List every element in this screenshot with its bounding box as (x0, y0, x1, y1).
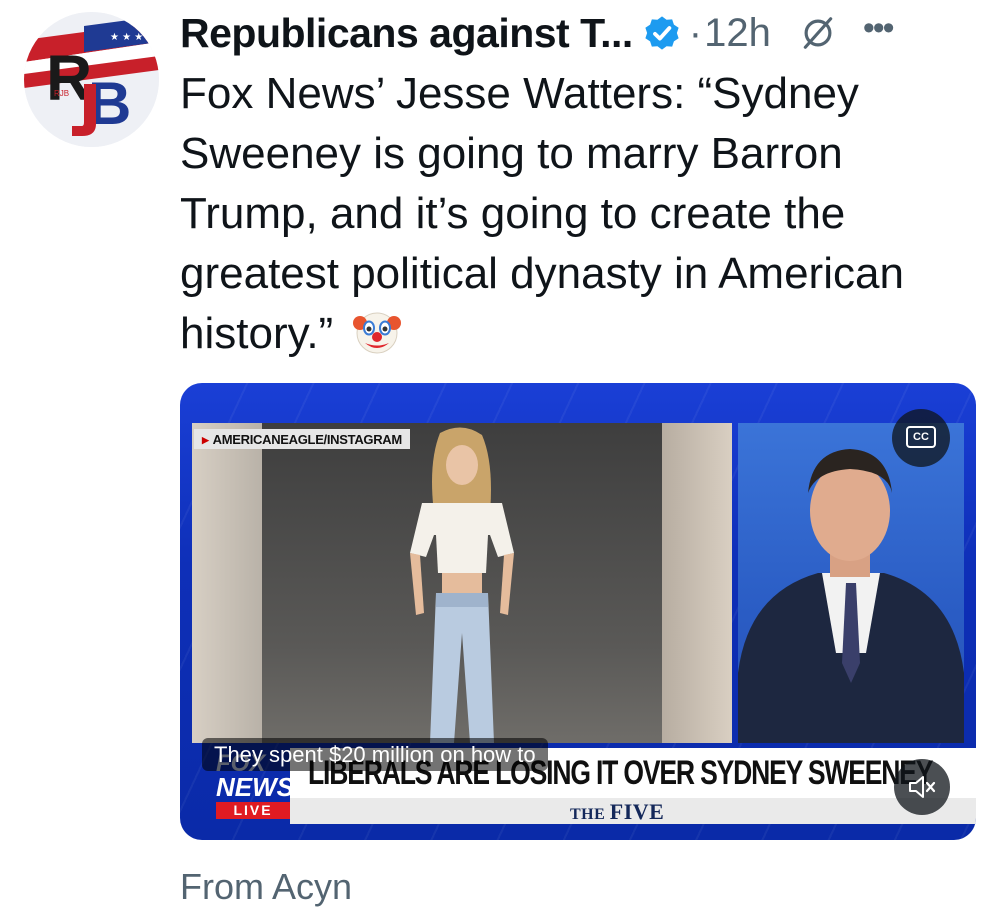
svg-text:RJB: RJB (54, 89, 69, 98)
mute-button[interactable] (894, 759, 950, 815)
source-tag: AMERICANEAGLE/INSTAGRAM (194, 429, 410, 449)
video-player[interactable]: AMERICANEAGLE/INSTAGRAM CC LIBERALS ARE … (180, 383, 976, 840)
post-text-body: Fox News’ Jesse Watters: “Sydney Sweeney… (180, 69, 904, 358)
host-camera-frame (738, 423, 964, 743)
avatar-logo: ★ ★ ★ R B RJB (24, 12, 159, 147)
show-name: THE FIVE (570, 799, 664, 825)
host-figure (738, 449, 964, 743)
cc-label: CC (906, 426, 936, 448)
show-title: FIVE (609, 799, 665, 824)
author-avatar[interactable]: ★ ★ ★ R B RJB (24, 12, 159, 147)
speaker-muted-icon (909, 776, 936, 798)
network-bottom-label: NEWS (216, 772, 294, 802)
author-name[interactable]: Republicans against T... (180, 10, 633, 57)
closed-captions-button[interactable]: CC (892, 409, 950, 467)
svg-text:★ ★ ★: ★ ★ ★ (110, 32, 143, 43)
grok-icon[interactable] (799, 14, 837, 52)
time-separator: · (688, 10, 703, 55)
more-options-icon[interactable]: ••• (863, 11, 895, 45)
post-text: Fox News’ Jesse Watters: “Sydney Sweeney… (180, 64, 980, 364)
post-header: Republicans against T... · 12h ••• (180, 8, 980, 58)
clown-face-emoji-icon (353, 312, 402, 354)
verified-badge-icon[interactable] (641, 12, 683, 54)
live-badge: LIVE (216, 802, 290, 819)
show-prefix: THE (570, 806, 606, 823)
video-attribution[interactable]: From Acyn (180, 866, 352, 908)
instagram-photo-frame (192, 423, 732, 743)
model-figure (410, 427, 514, 743)
subtitle-caption: They spent $20 million on how to (202, 738, 548, 771)
post-time[interactable]: 12h (704, 11, 771, 56)
